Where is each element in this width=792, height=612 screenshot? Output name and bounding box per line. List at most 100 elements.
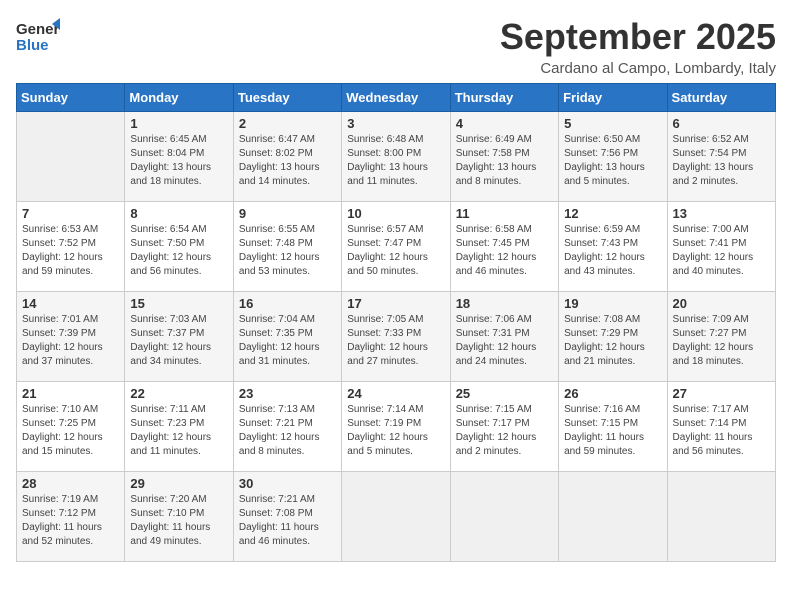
calendar-cell: 3 Sunrise: 6:48 AMSunset: 8:00 PMDaylight… bbox=[342, 112, 450, 202]
header-day-monday: Monday bbox=[125, 84, 233, 112]
calendar-week-row: 21 Sunrise: 7:10 AMSunset: 7:25 PMDayligh… bbox=[17, 382, 776, 472]
calendar-cell: 9 Sunrise: 6:55 AMSunset: 7:48 PMDaylight… bbox=[233, 202, 341, 292]
calendar-cell: 27 Sunrise: 7:17 AMSunset: 7:14 PMDayligh… bbox=[667, 382, 775, 472]
calendar-cell bbox=[342, 472, 450, 562]
calendar-cell: 23 Sunrise: 7:13 AMSunset: 7:21 PMDayligh… bbox=[233, 382, 341, 472]
calendar-cell: 24 Sunrise: 7:14 AMSunset: 7:19 PMDayligh… bbox=[342, 382, 450, 472]
day-number: 22 bbox=[130, 386, 227, 401]
header-day-friday: Friday bbox=[559, 84, 667, 112]
day-number: 1 bbox=[130, 116, 227, 131]
location-subtitle: Cardano al Campo, Lombardy, Italy bbox=[500, 60, 776, 77]
day-info: Sunrise: 6:50 AMSunset: 7:56 PMDaylight:… bbox=[564, 133, 661, 189]
day-info: Sunrise: 6:59 AMSunset: 7:43 PMDaylight:… bbox=[564, 223, 661, 279]
day-info: Sunrise: 7:09 AMSunset: 7:27 PMDaylight:… bbox=[673, 313, 770, 369]
day-info: Sunrise: 7:03 AMSunset: 7:37 PMDaylight:… bbox=[130, 313, 227, 369]
day-number: 25 bbox=[456, 386, 553, 401]
day-info: Sunrise: 7:11 AMSunset: 7:23 PMDaylight:… bbox=[130, 403, 227, 459]
day-number: 11 bbox=[456, 206, 553, 221]
calendar-cell: 11 Sunrise: 6:58 AMSunset: 7:45 PMDayligh… bbox=[450, 202, 558, 292]
svg-text:Blue: Blue bbox=[16, 37, 49, 54]
calendar-table: SundayMondayTuesdayWednesdayThursdayFrid… bbox=[16, 83, 776, 562]
day-info: Sunrise: 6:47 AMSunset: 8:02 PMDaylight:… bbox=[239, 133, 336, 189]
day-info: Sunrise: 6:58 AMSunset: 7:45 PMDaylight:… bbox=[456, 223, 553, 279]
calendar-cell bbox=[450, 472, 558, 562]
title-block: September 2025 Cardano al Campo, Lombard… bbox=[500, 16, 776, 77]
calendar-header-row: SundayMondayTuesdayWednesdayThursdayFrid… bbox=[17, 84, 776, 112]
day-info: Sunrise: 7:00 AMSunset: 7:41 PMDaylight:… bbox=[673, 223, 770, 279]
day-number: 24 bbox=[347, 386, 444, 401]
calendar-cell: 21 Sunrise: 7:10 AMSunset: 7:25 PMDayligh… bbox=[17, 382, 125, 472]
calendar-week-row: 14Sunrise: 7:01 AMSunset: 7:39 PMDayligh… bbox=[17, 292, 776, 382]
day-info: Sunrise: 7:17 AMSunset: 7:14 PMDaylight:… bbox=[673, 403, 770, 459]
day-number: 27 bbox=[673, 386, 770, 401]
day-number: 3 bbox=[347, 116, 444, 131]
calendar-cell: 7Sunrise: 6:53 AMSunset: 7:52 PMDaylight… bbox=[17, 202, 125, 292]
calendar-cell: 1 Sunrise: 6:45 AMSunset: 8:04 PMDaylight… bbox=[125, 112, 233, 202]
calendar-week-row: 28Sunrise: 7:19 AMSunset: 7:12 PMDayligh… bbox=[17, 472, 776, 562]
calendar-cell: 25 Sunrise: 7:15 AMSunset: 7:17 PMDayligh… bbox=[450, 382, 558, 472]
calendar-cell: 20 Sunrise: 7:09 AMSunset: 7:27 PMDayligh… bbox=[667, 292, 775, 382]
day-info: Sunrise: 7:14 AMSunset: 7:19 PMDaylight:… bbox=[347, 403, 444, 459]
calendar-cell bbox=[559, 472, 667, 562]
day-info: Sunrise: 7:06 AMSunset: 7:31 PMDaylight:… bbox=[456, 313, 553, 369]
day-info: Sunrise: 6:45 AMSunset: 8:04 PMDaylight:… bbox=[130, 133, 227, 189]
calendar-cell bbox=[17, 112, 125, 202]
calendar-cell bbox=[667, 472, 775, 562]
day-number: 9 bbox=[239, 206, 336, 221]
day-info: Sunrise: 7:08 AMSunset: 7:29 PMDaylight:… bbox=[564, 313, 661, 369]
day-number: 18 bbox=[456, 296, 553, 311]
day-info: Sunrise: 7:20 AMSunset: 7:10 PMDaylight:… bbox=[130, 493, 227, 549]
logo: General Blue bbox=[16, 16, 60, 54]
calendar-cell: 22 Sunrise: 7:11 AMSunset: 7:23 PMDayligh… bbox=[125, 382, 233, 472]
day-info: Sunrise: 7:15 AMSunset: 7:17 PMDaylight:… bbox=[456, 403, 553, 459]
calendar-cell: 17Sunrise: 7:05 AMSunset: 7:33 PMDayligh… bbox=[342, 292, 450, 382]
day-number: 13 bbox=[673, 206, 770, 221]
calendar-cell: 19 Sunrise: 7:08 AMSunset: 7:29 PMDayligh… bbox=[559, 292, 667, 382]
day-info: Sunrise: 7:13 AMSunset: 7:21 PMDaylight:… bbox=[239, 403, 336, 459]
calendar-cell: 30 Sunrise: 7:21 AMSunset: 7:08 PMDayligh… bbox=[233, 472, 341, 562]
header-day-thursday: Thursday bbox=[450, 84, 558, 112]
calendar-cell: 18 Sunrise: 7:06 AMSunset: 7:31 PMDayligh… bbox=[450, 292, 558, 382]
calendar-cell: 29 Sunrise: 7:20 AMSunset: 7:10 PMDayligh… bbox=[125, 472, 233, 562]
page-header: General Blue September 2025 Cardano al C… bbox=[16, 16, 776, 77]
day-number: 10 bbox=[347, 206, 444, 221]
day-info: Sunrise: 7:21 AMSunset: 7:08 PMDaylight:… bbox=[239, 493, 336, 549]
calendar-cell: 12 Sunrise: 6:59 AMSunset: 7:43 PMDayligh… bbox=[559, 202, 667, 292]
day-info: Sunrise: 7:10 AMSunset: 7:25 PMDaylight:… bbox=[22, 403, 119, 459]
day-number: 19 bbox=[564, 296, 661, 311]
month-title: September 2025 bbox=[500, 16, 776, 58]
day-number: 20 bbox=[673, 296, 770, 311]
day-info: Sunrise: 6:55 AMSunset: 7:48 PMDaylight:… bbox=[239, 223, 336, 279]
calendar-cell: 2Sunrise: 6:47 AMSunset: 8:02 PMDaylight… bbox=[233, 112, 341, 202]
day-info: Sunrise: 6:49 AMSunset: 7:58 PMDaylight:… bbox=[456, 133, 553, 189]
calendar-cell: 8Sunrise: 6:54 AMSunset: 7:50 PMDaylight… bbox=[125, 202, 233, 292]
day-info: Sunrise: 6:48 AMSunset: 8:00 PMDaylight:… bbox=[347, 133, 444, 189]
day-number: 12 bbox=[564, 206, 661, 221]
day-number: 5 bbox=[564, 116, 661, 131]
calendar-body: 1 Sunrise: 6:45 AMSunset: 8:04 PMDaylight… bbox=[17, 112, 776, 562]
calendar-cell: 5 Sunrise: 6:50 AMSunset: 7:56 PMDaylight… bbox=[559, 112, 667, 202]
day-number: 14 bbox=[22, 296, 119, 311]
calendar-cell: 14Sunrise: 7:01 AMSunset: 7:39 PMDayligh… bbox=[17, 292, 125, 382]
calendar-cell: 16 Sunrise: 7:04 AMSunset: 7:35 PMDayligh… bbox=[233, 292, 341, 382]
calendar-cell: 4Sunrise: 6:49 AMSunset: 7:58 PMDaylight… bbox=[450, 112, 558, 202]
day-number: 30 bbox=[239, 476, 336, 491]
day-info: Sunrise: 7:05 AMSunset: 7:33 PMDaylight:… bbox=[347, 313, 444, 369]
logo-icon: General Blue bbox=[16, 16, 60, 54]
header-day-wednesday: Wednesday bbox=[342, 84, 450, 112]
day-number: 15 bbox=[130, 296, 227, 311]
header-day-tuesday: Tuesday bbox=[233, 84, 341, 112]
day-info: Sunrise: 6:57 AMSunset: 7:47 PMDaylight:… bbox=[347, 223, 444, 279]
day-number: 23 bbox=[239, 386, 336, 401]
header-day-saturday: Saturday bbox=[667, 84, 775, 112]
day-number: 29 bbox=[130, 476, 227, 491]
calendar-cell: 6Sunrise: 6:52 AMSunset: 7:54 PMDaylight… bbox=[667, 112, 775, 202]
day-number: 8 bbox=[130, 206, 227, 221]
calendar-cell: 10 Sunrise: 6:57 AMSunset: 7:47 PMDayligh… bbox=[342, 202, 450, 292]
day-info: Sunrise: 7:19 AMSunset: 7:12 PMDaylight:… bbox=[22, 493, 119, 549]
calendar-cell: 15 Sunrise: 7:03 AMSunset: 7:37 PMDayligh… bbox=[125, 292, 233, 382]
day-number: 21 bbox=[22, 386, 119, 401]
day-number: 16 bbox=[239, 296, 336, 311]
day-info: Sunrise: 7:04 AMSunset: 7:35 PMDaylight:… bbox=[239, 313, 336, 369]
day-info: Sunrise: 7:16 AMSunset: 7:15 PMDaylight:… bbox=[564, 403, 661, 459]
